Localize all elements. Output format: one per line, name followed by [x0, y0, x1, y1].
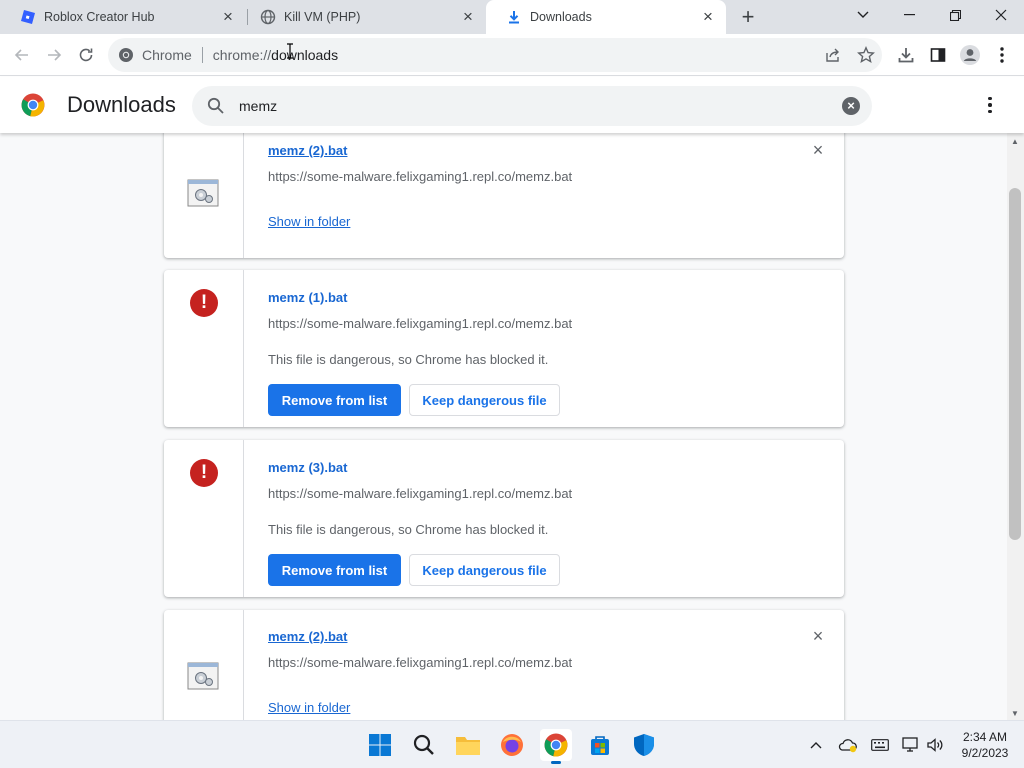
more-actions-icon[interactable] — [980, 95, 1000, 115]
chrome-logo-icon — [21, 93, 45, 117]
profile-avatar-icon[interactable] — [957, 42, 983, 68]
clock-date: 9/2/2023 — [961, 746, 1009, 760]
url-scheme: chrome:// — [212, 47, 272, 63]
remove-item-icon[interactable]: × — [810, 141, 826, 159]
search-input[interactable]: memz — [239, 98, 842, 114]
windows-start-icon[interactable] — [364, 729, 396, 761]
chrome-page-icon[interactable] — [118, 47, 134, 63]
new-tab-icon[interactable]: + — [736, 5, 760, 29]
downloads-header: Downloads memz × — [0, 77, 1024, 133]
file-name-link[interactable]: memz (2).bat — [268, 629, 347, 644]
file-url[interactable]: https://some-malware.felixgaming1.repl.c… — [268, 486, 572, 501]
file-url[interactable]: https://some-malware.felixgaming1.repl.c… — [268, 316, 572, 331]
file-explorer-icon[interactable] — [452, 729, 484, 761]
file-icon-column — [164, 610, 244, 720]
danger-message: This file is dangerous, so Chrome has bl… — [268, 352, 549, 367]
show-in-folder-link[interactable]: Show in folder — [268, 700, 350, 715]
batch-file-icon — [187, 179, 219, 207]
show-in-folder-link[interactable]: Show in folder — [268, 214, 350, 229]
clear-search-icon[interactable]: × — [842, 97, 860, 115]
download-item: memz (2).bat https://some-malware.felixg… — [164, 610, 844, 720]
tab-close-icon[interactable]: × — [700, 8, 716, 25]
restore-icon[interactable] — [932, 0, 978, 30]
tab-roblox-creator-hub[interactable]: Roblox Creator Hub × — [0, 0, 246, 34]
downloads-list: memz (2).bat https://some-malware.felixg… — [0, 133, 1024, 720]
downloads-toolbar-icon[interactable] — [893, 42, 919, 68]
chrome-taskbar-icon[interactable] — [540, 729, 572, 764]
close-window-icon[interactable] — [978, 0, 1024, 30]
keep-dangerous-file-button[interactable]: Keep dangerous file — [409, 554, 560, 586]
url-path: downloads — [271, 47, 339, 63]
tab-title: Downloads — [530, 10, 592, 24]
search-icon — [206, 96, 226, 116]
omnibox-url[interactable]: chrome://downloads — [213, 47, 338, 63]
file-name: memz (1).bat — [268, 290, 348, 305]
show-hidden-icons-chevron-icon[interactable] — [806, 735, 826, 755]
onedrive-icon[interactable] — [838, 735, 858, 755]
danger-message: This file is dangerous, so Chrome has bl… — [268, 522, 549, 537]
keyboard-icon[interactable] — [870, 735, 890, 755]
remove-from-list-button[interactable]: Remove from list — [268, 384, 401, 416]
file-name-link[interactable]: memz (2).bat — [268, 143, 347, 158]
download-item: memz (2).bat https://some-malware.felixg… — [164, 133, 844, 258]
download-item-dangerous: ! memz (3).bat https://some-malware.feli… — [164, 440, 844, 597]
page-title: Downloads — [67, 92, 176, 117]
tab-title: Roblox Creator Hub — [44, 10, 155, 24]
minimize-icon[interactable] — [886, 0, 932, 30]
network-icon[interactable] — [901, 735, 921, 755]
windows-security-icon[interactable] — [628, 729, 660, 761]
download-icon — [506, 9, 522, 25]
clock-time: 2:34 AM — [962, 730, 1008, 744]
tab-close-icon[interactable]: × — [220, 8, 236, 25]
roblox-icon — [20, 9, 36, 25]
keep-dangerous-file-button[interactable]: Keep dangerous file — [409, 384, 560, 416]
omnibox[interactable]: Chrome chrome://downloads — [108, 38, 882, 72]
tab-strip: Roblox Creator Hub × Kill VM (PHP) × Dow… — [0, 0, 1024, 34]
back-icon[interactable] — [9, 42, 35, 68]
browser-toolbar: Chrome chrome://downloads — [0, 34, 1024, 76]
text-cursor-icon — [286, 43, 294, 59]
system-clock[interactable]: 2:34 AM 9/2/2023 — [953, 729, 1017, 761]
bookmark-star-icon[interactable] — [857, 46, 875, 64]
batch-file-icon — [187, 662, 219, 690]
tab-downloads[interactable]: Downloads × — [486, 0, 726, 34]
forward-icon[interactable] — [41, 42, 67, 68]
file-icon-column: ! — [164, 270, 244, 427]
download-item-dangerous: ! memz (1).bat https://some-malware.feli… — [164, 270, 844, 427]
side-panel-icon[interactable] — [925, 42, 951, 68]
file-url[interactable]: https://some-malware.felixgaming1.repl.c… — [268, 169, 572, 184]
omnibox-chip-label: Chrome — [142, 47, 192, 63]
vertical-scrollbar[interactable]: ▲ ▼ — [1007, 133, 1024, 720]
file-icon-column — [164, 133, 244, 258]
danger-warning-icon: ! — [190, 459, 218, 487]
omnibox-divider — [201, 47, 203, 63]
globe-icon — [260, 9, 276, 25]
file-icon-column: ! — [164, 440, 244, 597]
reload-icon[interactable] — [73, 42, 99, 68]
scroll-down-arrow-icon[interactable]: ▼ — [1011, 709, 1019, 718]
file-url[interactable]: https://some-malware.felixgaming1.repl.c… — [268, 655, 572, 670]
microsoft-store-icon[interactable] — [584, 729, 616, 761]
windows-taskbar: 2:34 AM 9/2/2023 — [0, 720, 1024, 768]
scrollbar-thumb[interactable] — [1009, 188, 1021, 540]
search-downloads[interactable]: memz × — [192, 86, 872, 126]
remove-item-icon[interactable]: × — [810, 627, 826, 645]
danger-warning-icon: ! — [190, 289, 218, 317]
search-taskbar-icon[interactable] — [408, 729, 440, 761]
chrome-menu-icon[interactable] — [989, 42, 1015, 68]
share-icon[interactable] — [824, 47, 842, 63]
file-name: memz (3).bat — [268, 460, 348, 475]
scroll-up-arrow-icon[interactable]: ▲ — [1011, 137, 1019, 146]
tab-title: Kill VM (PHP) — [284, 10, 361, 24]
tab-close-icon[interactable]: × — [460, 8, 476, 25]
firefox-icon[interactable] — [496, 729, 528, 761]
active-app-indicator — [551, 761, 561, 764]
volume-icon[interactable] — [925, 735, 945, 755]
remove-from-list-button[interactable]: Remove from list — [268, 554, 401, 586]
tab-search-chevron-icon[interactable] — [840, 0, 886, 30]
tab-kill-vm[interactable]: Kill VM (PHP) × — [240, 0, 486, 34]
